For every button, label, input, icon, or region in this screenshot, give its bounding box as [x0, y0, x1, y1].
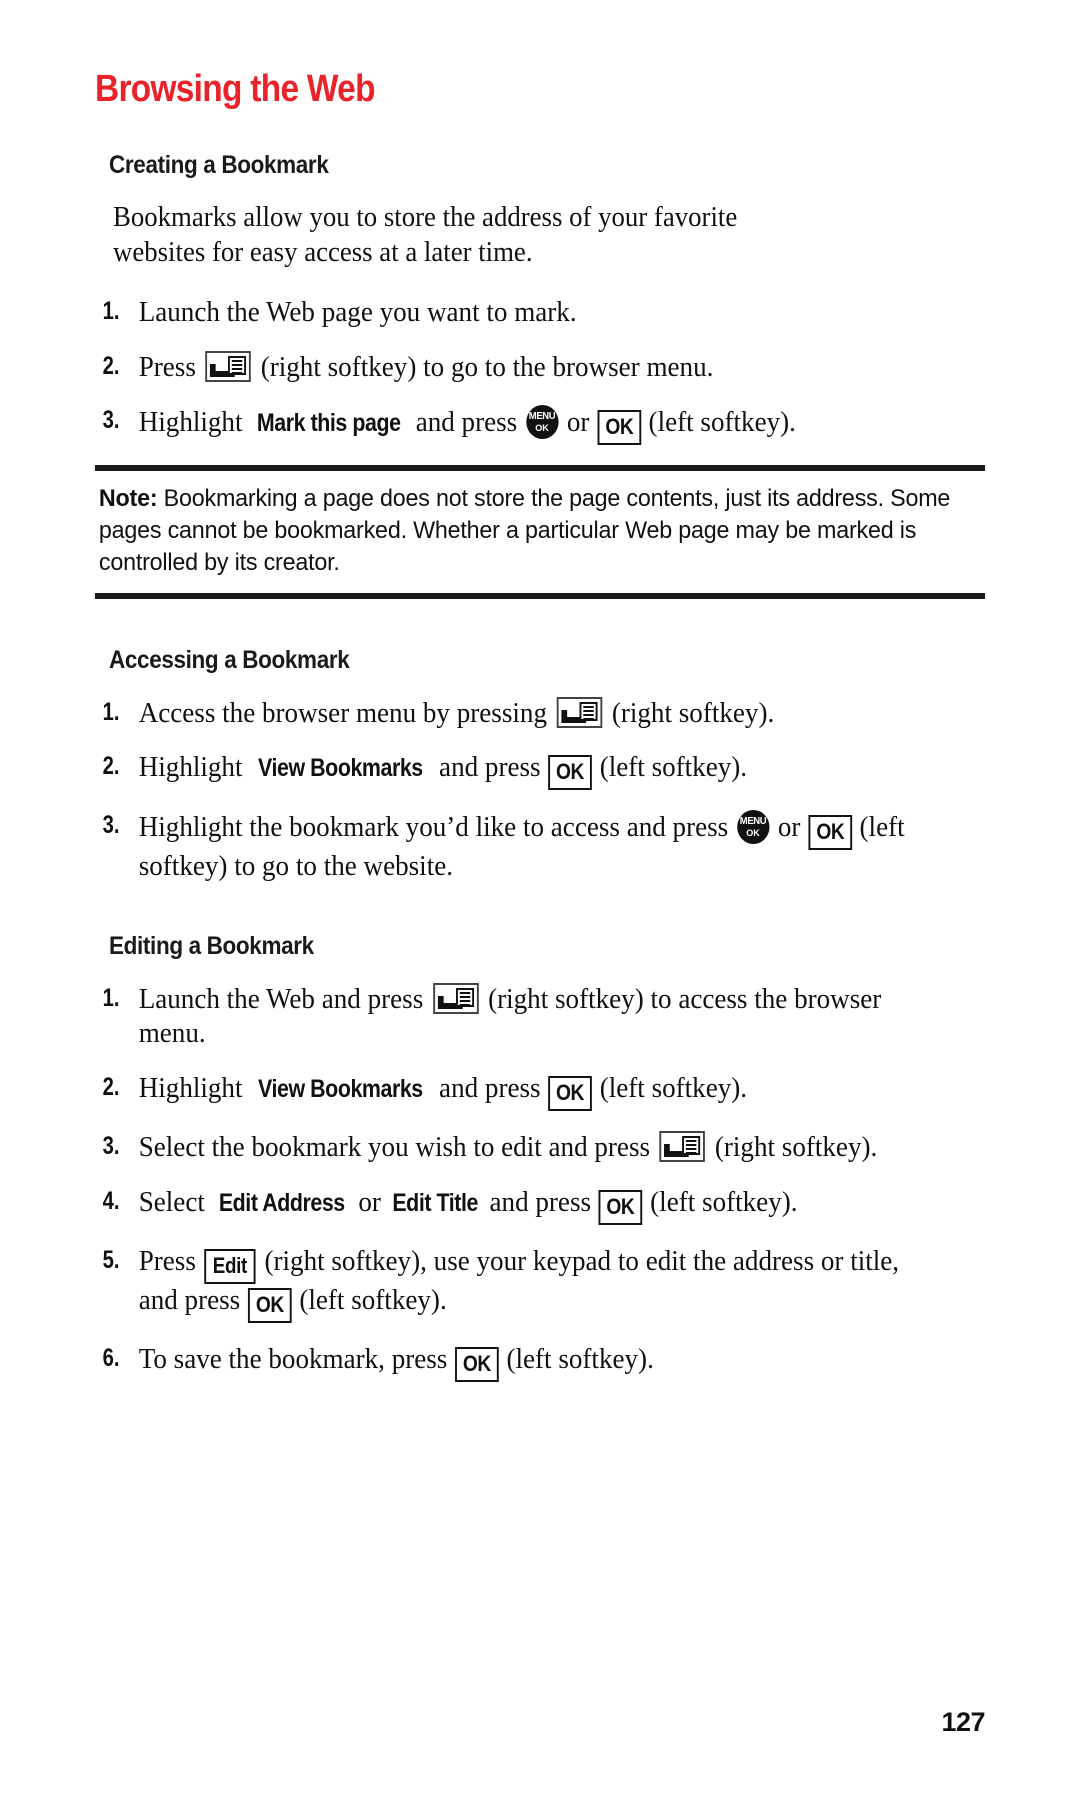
section-heading-accessing-a-bookmark: Accessing a Bookmark — [109, 646, 350, 675]
step-text-before: Press — [138, 351, 196, 383]
step-text-before: Launch the Web and press — [138, 983, 424, 1015]
note-label: Note: — [98, 485, 158, 513]
right-softkey-icon — [205, 350, 252, 382]
ui-menu-label: View Bookmarks — [258, 1075, 424, 1104]
step-item: 3. Highlight Mark this page and press ME… — [95, 405, 941, 446]
edit-softkey-label: Edit — [213, 1252, 248, 1278]
step-text-or: or — [777, 812, 801, 844]
right-softkey-icon — [556, 696, 603, 728]
ok-softkey-icon: OK — [247, 1287, 292, 1323]
step-number: 4. — [102, 1186, 120, 1215]
step-text-after: (right softkey). — [611, 697, 775, 729]
ok-softkey-icon: OK — [455, 1346, 499, 1382]
menu-ok-key-icon: MENU OK — [736, 810, 770, 845]
step-item: 3. Select the bookmark you wish to edit … — [95, 1131, 941, 1166]
menu-ok-key-top-label: MENU — [739, 816, 767, 828]
step-item: 1. Access the browser menu by pressing (… — [95, 696, 941, 732]
step-number: 5. — [102, 1245, 120, 1274]
note-text: Bookmarking a page does not store the pa… — [98, 485, 951, 577]
intro-paragraph: Bookmarks allow you to store the address… — [113, 202, 738, 268]
note-body: Note: Bookmarking a page does not store … — [95, 471, 958, 585]
step-item: 2. Highlight View Bookmarks and press OK… — [95, 751, 941, 791]
menu-ok-key-icon: MENU OK — [525, 405, 559, 440]
page-title: Browsing the Web — [95, 68, 376, 110]
step-text-before: Highlight the bookmark you’d like to acc… — [138, 812, 729, 844]
step-number: 2. — [102, 752, 120, 781]
ok-softkey-label: OK — [255, 1291, 284, 1317]
step-item: 1. Launch the Web and press (right softk… — [95, 982, 941, 1053]
step-text-after: (left softkey). — [506, 1343, 654, 1375]
step-item: 1. Launch the Web page you want to mark. — [95, 296, 941, 331]
step-text-or: or — [566, 407, 590, 439]
step-text-middle: and press — [489, 1186, 592, 1218]
step-number: 3. — [102, 811, 120, 840]
step-text-after: (left softkey). — [299, 1284, 447, 1316]
step-text-before: Select — [138, 1186, 205, 1218]
step-number: 2. — [102, 351, 120, 380]
step-text-after: (right softkey). — [714, 1132, 878, 1164]
step-text-before: Highlight — [138, 752, 243, 784]
step-text-after: (left softkey). — [599, 752, 748, 784]
step-text-or: or — [358, 1186, 381, 1218]
step-item: 5. Press Edit (right softkey), use your … — [95, 1245, 941, 1323]
step-item: 2. Highlight View Bookmarks and press OK… — [95, 1072, 941, 1112]
step-text-after: (left softkey). — [648, 407, 796, 439]
ok-softkey-icon: OK — [808, 815, 852, 851]
creating-bookmark-steps: 1. Launch the Web page you want to mark.… — [95, 296, 985, 446]
step-item: 3. Highlight the bookmark you’d like to … — [95, 810, 941, 885]
step-text-before: Select the bookmark you wish to edit and… — [138, 1132, 651, 1164]
ok-softkey-label: OK — [605, 414, 633, 440]
editing-bookmark-steps: 1. Launch the Web and press (right softk… — [95, 982, 985, 1382]
step-number: 1. — [102, 983, 120, 1012]
right-softkey-icon — [432, 982, 479, 1014]
ok-softkey-label: OK — [556, 1080, 585, 1106]
manual-page: Browsing the Web Creating a Bookmark Boo… — [0, 0, 1080, 1800]
step-item: 6. To save the bookmark, press OK (left … — [95, 1343, 941, 1382]
step-item: 4. Select Edit Address or Edit Title and… — [95, 1186, 941, 1225]
section-heading-creating-a-bookmark: Creating a Bookmark — [109, 150, 329, 179]
step-number: 2. — [102, 1073, 120, 1102]
ui-menu-label: View Bookmarks — [258, 754, 424, 783]
step-number: 3. — [102, 1132, 120, 1161]
step-number: 3. — [102, 406, 120, 435]
step-text: Launch the Web page you want to mark. — [138, 296, 577, 328]
ok-softkey-icon: OK — [548, 755, 592, 791]
ui-menu-label-edit-title: Edit Title — [392, 1188, 478, 1217]
edit-softkey-icon: Edit — [204, 1248, 256, 1284]
step-text-middle: and press — [439, 752, 541, 784]
step-text-before: Highlight — [138, 407, 243, 439]
ui-menu-label-edit-address: Edit Address — [218, 1188, 345, 1217]
step-text-before: To save the bookmark, press — [138, 1343, 448, 1375]
ok-softkey-icon: OK — [598, 1189, 643, 1225]
step-item: 2. Press (right softkey) to go to the br… — [95, 350, 941, 386]
step-text-middle: and press — [415, 407, 518, 439]
page-number: 127 — [941, 1707, 985, 1737]
ok-softkey-label: OK — [815, 819, 844, 845]
ui-menu-label: Mark this page — [257, 409, 401, 438]
note-bottom-rule — [95, 593, 985, 600]
ok-softkey-label: OK — [556, 759, 585, 785]
step-text-before: Highlight — [138, 1073, 243, 1105]
section-heading-editing-a-bookmark: Editing a Bookmark — [109, 932, 314, 961]
ok-softkey-icon: OK — [548, 1076, 592, 1112]
step-text-after: (right softkey) to go to the browser men… — [260, 351, 714, 383]
ok-softkey-label: OK — [606, 1193, 635, 1219]
step-text-middle: and press — [439, 1073, 541, 1105]
note-callout: Note: Bookmarking a page does not store … — [95, 465, 985, 600]
accessing-bookmark-steps: 1. Access the browser menu by pressing (… — [95, 696, 985, 886]
ok-softkey-label: OK — [462, 1350, 491, 1376]
step-text-before: Access the browser menu by pressing — [138, 697, 547, 729]
step-number: 1. — [102, 697, 120, 726]
menu-ok-key-bottom-label: OK — [535, 423, 549, 435]
step-text-after: (left softkey). — [650, 1186, 798, 1218]
step-number: 1. — [102, 296, 120, 325]
step-number: 6. — [102, 1343, 120, 1372]
step-text-after: (left softkey). — [599, 1073, 748, 1105]
step-text-before: Press — [138, 1245, 196, 1277]
right-softkey-icon — [659, 1131, 706, 1163]
menu-ok-key-top-label: MENU — [528, 411, 556, 423]
menu-ok-key-bottom-label: OK — [746, 828, 760, 840]
ok-softkey-icon: OK — [597, 410, 641, 446]
